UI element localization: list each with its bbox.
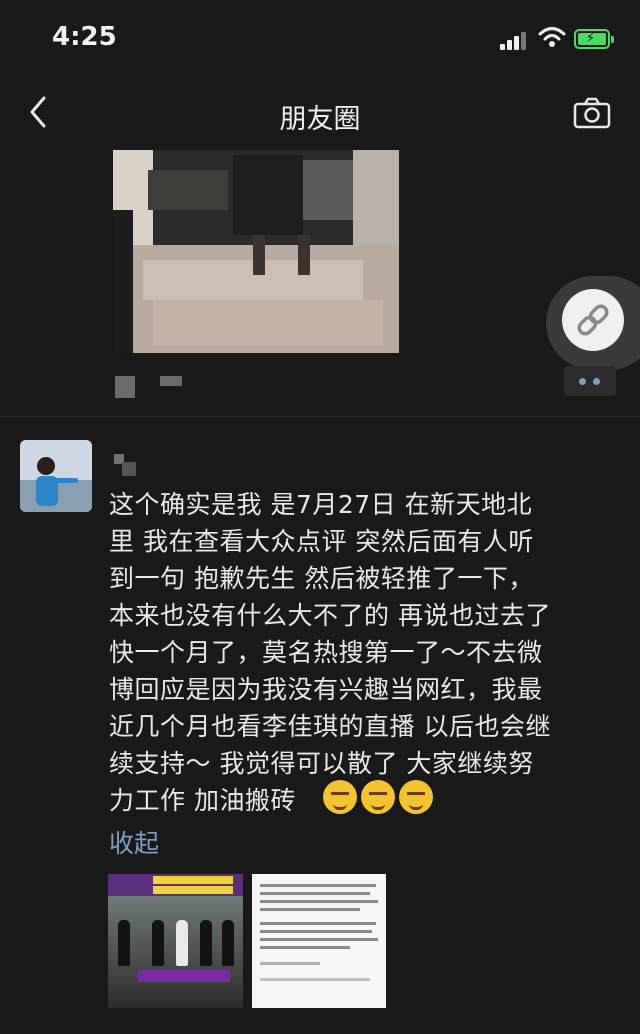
- more-dots-button[interactable]: [564, 366, 616, 396]
- dot-icon: [579, 378, 586, 385]
- signal-icon: [500, 30, 530, 50]
- post-image-2[interactable]: [252, 874, 386, 1008]
- page-title: 朋友圈: [279, 104, 361, 135]
- smirk-emoji-icon: [399, 780, 433, 814]
- smirk-emoji-icon: [361, 780, 395, 814]
- avatar[interactable]: [20, 440, 92, 512]
- previous-post-name: [115, 376, 135, 398]
- link-button[interactable]: [562, 289, 624, 351]
- status-time: 4:25: [52, 22, 117, 52]
- collapse-link[interactable]: 收起: [109, 824, 159, 860]
- divider: [0, 416, 640, 417]
- post-image-1[interactable]: [108, 874, 243, 1008]
- post-text: 这个确实是我 是7月27日 在新天地北 里 我在查看大众点评 突然后面有人听 到…: [109, 490, 551, 815]
- poster-name[interactable]: [114, 454, 136, 478]
- smirk-emoji-icon: [323, 780, 357, 814]
- camera-icon[interactable]: [572, 96, 612, 130]
- previous-post-name-2: [160, 376, 182, 386]
- battery-charging-icon: ⚡: [574, 29, 614, 49]
- dot-icon: [593, 378, 600, 385]
- previous-post-image[interactable]: [113, 150, 399, 353]
- link-icon: [577, 304, 609, 336]
- wifi-icon: [538, 27, 566, 47]
